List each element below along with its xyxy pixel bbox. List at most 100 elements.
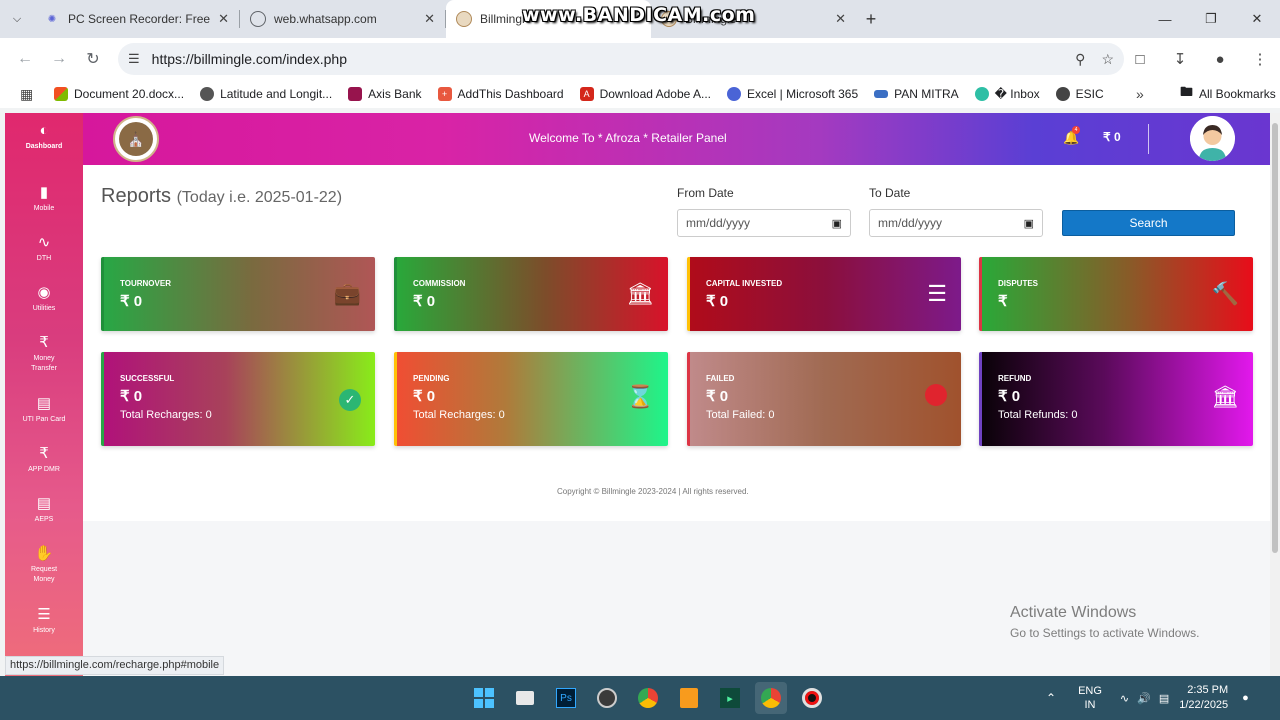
taskbar: Ps ▸ ⌃ ENG IN ∿ 🔊 ▤ 2:35 PM 1/22/2025 ● xyxy=(0,676,1280,720)
id-card-icon: ▤ xyxy=(36,395,52,412)
language-indicator[interactable]: ENG IN xyxy=(1078,684,1102,712)
avatar[interactable] xyxy=(1190,116,1235,161)
volume-icon[interactable]: 🔊 xyxy=(1137,692,1151,705)
search-button[interactable]: Search xyxy=(1062,210,1235,236)
restore-icon[interactable]: ❐ xyxy=(1188,0,1234,38)
close-icon[interactable]: ✕ xyxy=(835,11,846,27)
bookmark-addthis[interactable]: + AddThis Dashboard xyxy=(437,87,564,101)
bandicam-record-icon[interactable] xyxy=(796,682,828,714)
back-icon[interactable]: ← xyxy=(8,42,42,76)
bookmark-latitude[interactable]: Latitude and Longit... xyxy=(200,87,332,101)
adobe-icon: A xyxy=(579,87,594,101)
chrome-icon[interactable] xyxy=(632,682,664,714)
wifi-icon[interactable]: ∿ xyxy=(1120,692,1129,705)
windows-start-icon[interactable] xyxy=(468,682,500,714)
notifications-icon[interactable]: ● xyxy=(1242,692,1249,704)
bank-icon: 🏛 xyxy=(626,281,654,306)
media-player-icon[interactable] xyxy=(591,682,623,714)
all-bookmarks-button[interactable]: 🖿 All Bookmarks xyxy=(1180,83,1276,105)
from-date-field[interactable]: mm/dd/yyyy ▣ xyxy=(677,209,851,237)
sidebar-item-app-dmr[interactable]: ₹ APP DMR xyxy=(5,446,83,475)
bookmark-esic[interactable]: ESIC xyxy=(1055,87,1104,101)
star-icon[interactable]: ☆ xyxy=(1101,51,1114,68)
tab-pc-screen-recorder[interactable]: ✺ PC Screen Recorder: Free & ✕ xyxy=(34,0,239,38)
sublime-icon[interactable] xyxy=(673,682,705,714)
address-bar: ← → ↻ ☰ https://billmingle.com/index.php… xyxy=(0,38,1280,80)
compass-icon xyxy=(200,87,215,101)
extensions-icon[interactable]: □ xyxy=(1120,51,1160,68)
page-title: Reports (Today i.e. 2025-01-22) xyxy=(101,185,343,207)
menu-icon[interactable]: ⋮ xyxy=(1240,50,1280,68)
sidebar-item-mobile[interactable]: ▮ Mobile xyxy=(5,185,83,214)
download-icon[interactable]: ↧ xyxy=(1160,50,1200,68)
recorder-watermark: www.BANDICAM.com xyxy=(522,4,756,26)
tab-search-button[interactable]: ⌵ xyxy=(0,0,34,38)
notification-button[interactable]: 🔔 4 xyxy=(1063,126,1080,146)
gavel-icon: 🔨 xyxy=(1211,281,1239,306)
notification-badge: 4 xyxy=(1072,126,1080,134)
sidebar-item-dth[interactable]: ∿ DTH xyxy=(5,235,83,264)
new-tab-button[interactable]: + xyxy=(856,0,886,38)
id-card-icon: ▤ xyxy=(36,495,52,512)
site-info-icon[interactable]: ☰ xyxy=(128,51,140,67)
minimize-icon[interactable]: — xyxy=(1142,0,1188,38)
addthis-icon: + xyxy=(437,87,452,101)
chrome-active-icon[interactable] xyxy=(755,682,787,714)
reload-icon[interactable]: ↻ xyxy=(76,42,110,76)
hand-money-icon: ✋ xyxy=(34,545,54,562)
bank-icon: 🏛 xyxy=(1211,384,1239,409)
tab-whatsapp[interactable]: web.whatsapp.com ✕ xyxy=(240,0,445,38)
more-bookmarks-icon[interactable]: » xyxy=(1136,86,1144,102)
file-explorer-icon[interactable] xyxy=(509,682,541,714)
chevron-up-icon[interactable]: ⌃ xyxy=(1046,691,1056,705)
bookmark-inbox[interactable]: � Inbox xyxy=(974,87,1040,101)
url-field[interactable]: ☰ https://billmingle.com/index.php ⚲ ☆ xyxy=(118,43,1124,75)
bookmark-axis-bank[interactable]: Axis Bank xyxy=(348,87,422,101)
page-subtitle: (Today i.e. 2025-01-22) xyxy=(176,189,343,206)
sidebar-item-dashboard[interactable]: ◐ Dashboard xyxy=(5,123,83,152)
check-circle-icon: ✓ xyxy=(339,384,361,411)
copyright-text: Copyright © Billmingle 2023-2024 | All r… xyxy=(557,487,749,496)
apps-icon[interactable]: ▦ xyxy=(20,86,40,103)
to-date-field[interactable]: mm/dd/yyyy ▣ xyxy=(869,209,1043,237)
bookmark-adobe[interactable]: A Download Adobe A... xyxy=(579,87,711,101)
clock[interactable]: 2:35 PM 1/22/2025 xyxy=(1179,683,1228,713)
photoshop-icon[interactable]: Ps xyxy=(550,682,582,714)
forward-icon[interactable]: → xyxy=(42,42,76,76)
scrollbar-thumb[interactable] xyxy=(1272,123,1278,553)
battery-icon[interactable]: ▤ xyxy=(1159,692,1169,705)
user-avatar-icon xyxy=(1190,116,1235,161)
sidebar-item-utilities[interactable]: ◉ Utilities xyxy=(5,285,83,314)
list-icon: ☰ xyxy=(927,281,947,306)
folder-icon: 🖿 xyxy=(1180,84,1194,99)
bookmark-excel[interactable]: Excel | Microsoft 365 xyxy=(727,87,858,101)
wallet-balance[interactable]: ₹ 0 xyxy=(1103,130,1121,144)
bookmark-pan-mitra[interactable]: PAN MITRA xyxy=(874,87,959,101)
microsoft-icon xyxy=(54,87,68,101)
terminal-icon[interactable]: ▸ xyxy=(714,682,746,714)
close-icon[interactable]: ✕ xyxy=(424,11,435,27)
sidebar-item-money-transfer[interactable]: ₹ Money Transfer xyxy=(5,335,83,374)
calendar-icon[interactable]: ▣ xyxy=(832,217,842,230)
calendar-icon[interactable]: ▣ xyxy=(1024,217,1034,230)
sidebar-item-history[interactable]: ☰ History xyxy=(5,607,83,636)
gear-icon: ✺ xyxy=(47,13,57,25)
bookmark-document[interactable]: Document 20.docx... xyxy=(54,87,184,101)
close-icon[interactable]: ✕ xyxy=(218,11,229,27)
site-logo[interactable]: ⛪ xyxy=(113,116,159,162)
sidebar-item-uti-pan-card[interactable]: ▤ UTI Pan Card xyxy=(5,396,83,425)
microsoft365-icon xyxy=(727,87,741,101)
briefcase-icon: 💼 xyxy=(333,281,361,306)
page-scrollbar[interactable] xyxy=(1270,113,1280,676)
hourglass-icon: ⌛ xyxy=(626,384,654,409)
sidebar-item-aeps[interactable]: ▤ AEPS xyxy=(5,496,83,525)
sidebar-item-request-money[interactable]: ✋ Request Money xyxy=(5,546,83,585)
close-window-icon[interactable]: ✕ xyxy=(1234,0,1280,38)
status-bar-url: https://billmingle.com/recharge.php#mobi… xyxy=(5,656,225,675)
card-successful: SUCCESSFUL ₹ 0 Total Recharges: 0 ✓ xyxy=(101,352,375,446)
list-icon: ☰ xyxy=(37,606,51,623)
billmingle-icon xyxy=(456,11,472,27)
profile-icon[interactable]: ● xyxy=(1200,51,1240,68)
zoom-icon[interactable]: ⚲ xyxy=(1075,51,1085,68)
bulb-icon: ◉ xyxy=(37,284,51,301)
